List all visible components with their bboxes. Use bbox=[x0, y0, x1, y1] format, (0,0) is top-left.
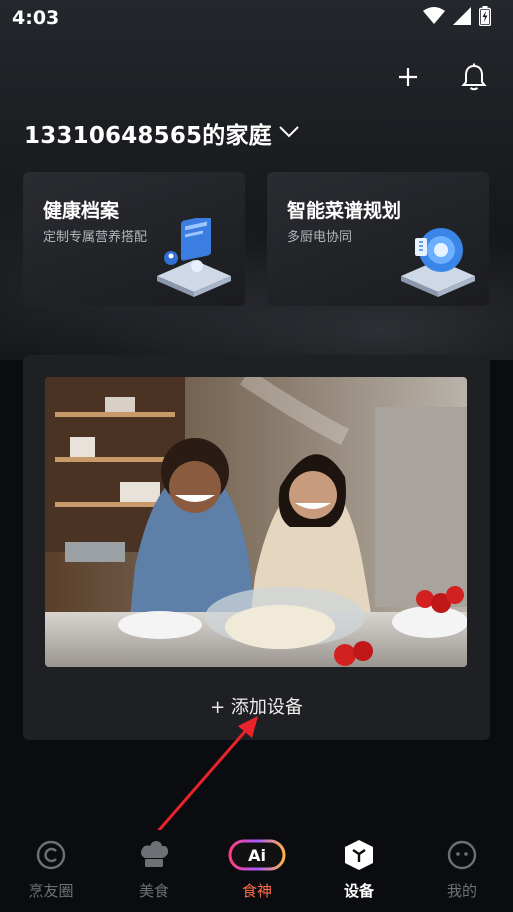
annotation-arrow bbox=[138, 716, 258, 853]
circle-c-icon bbox=[36, 840, 66, 874]
tab-label: 设备 bbox=[343, 882, 374, 900]
tab-profile[interactable]: 我的 bbox=[422, 840, 502, 901]
ai-badge-icon: Ai bbox=[228, 839, 286, 875]
tab-community[interactable]: 烹友圈 bbox=[11, 840, 91, 901]
profile-face-icon bbox=[447, 840, 477, 874]
device-cube-icon bbox=[344, 839, 374, 875]
ai-badge-text: Ai bbox=[248, 846, 266, 865]
tab-label: 我的 bbox=[446, 882, 477, 900]
tab-devices[interactable]: 设备 bbox=[319, 840, 399, 901]
chef-hat-icon bbox=[138, 840, 170, 874]
bottom-tab-bar: 烹友圈 美食 Ai 食神 设备 我的 bbox=[0, 830, 513, 912]
tab-food[interactable]: 美食 bbox=[114, 840, 194, 901]
tab-label: 烹友圈 bbox=[28, 882, 74, 900]
tab-ai-chef[interactable]: Ai 食神 bbox=[217, 839, 297, 901]
tab-label: 美食 bbox=[138, 882, 169, 900]
tab-label: 食神 bbox=[241, 882, 272, 900]
